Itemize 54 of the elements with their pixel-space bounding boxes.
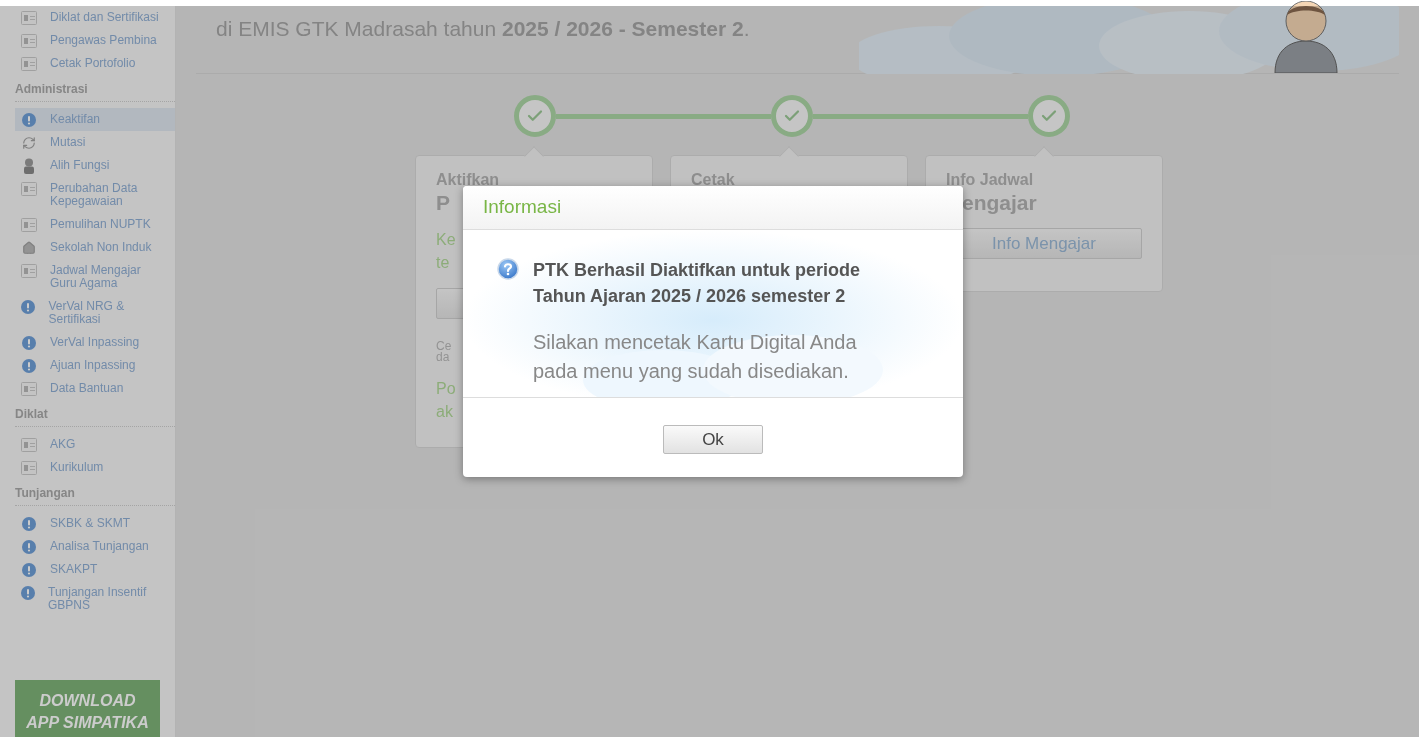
sidebar-item[interactable]: Alih Fungsi — [15, 154, 175, 177]
dialog-message: PTK Berhasil Diaktifkan untuk periode Tahun Ajaran 2025 / 2026 semester 2 — [533, 259, 862, 308]
id-card-icon — [21, 381, 37, 396]
id-card-icon — [21, 10, 37, 25]
dialog-title: Informasi — [483, 195, 562, 220]
sidebar-item[interactable]: VerVal Inpassing — [15, 331, 175, 354]
sidebar-item[interactable]: Cetak Portofolio — [15, 52, 175, 75]
exclamation-icon — [22, 112, 36, 127]
exclamation-icon — [22, 539, 36, 554]
id-card-icon — [21, 56, 37, 71]
exclamation-icon — [22, 358, 36, 373]
sidebar-item[interactable]: Pengawas Pembina — [15, 29, 175, 52]
sidebar-item[interactable]: VerVal NRG & Sertifikasi — [15, 295, 175, 331]
sidebar-item[interactable]: Sekolah Non Induk — [15, 236, 175, 259]
id-card-icon — [21, 217, 37, 232]
mascot-figure-drawing — [1271, 1, 1341, 73]
note-text: te — [436, 253, 450, 273]
id-card-icon — [21, 437, 37, 452]
sidebar-item[interactable]: SKAKPT — [15, 558, 175, 581]
sidebar-item[interactable]: SKBK & SKMT — [15, 512, 175, 535]
ok-button[interactable]: Ok — [663, 425, 763, 454]
exclamation-icon — [22, 516, 36, 531]
house-icon — [22, 240, 36, 255]
download-app-banner[interactable]: DOWNLOAD APP SIMPATIKA — [15, 680, 160, 737]
refresh-icon — [22, 135, 36, 150]
id-card-icon — [21, 263, 37, 278]
id-card-icon — [21, 33, 37, 48]
sidebar-item[interactable]: Pemulihan NUPTK — [15, 213, 175, 236]
sidebar-item[interactable]: Analisa Tunjangan — [15, 535, 175, 558]
section-heading: Diklat — [15, 407, 48, 421]
note-text: Po — [436, 379, 456, 399]
id-card-icon — [21, 460, 37, 475]
exclamation-icon — [22, 562, 36, 577]
note-text: Ke — [436, 230, 456, 250]
person-icon — [23, 157, 35, 174]
sidebar-item[interactable]: Tunjangan Insentif GBPNS — [15, 581, 175, 617]
sidebar-item[interactable]: Diklat dan Sertifikasi — [15, 6, 175, 29]
exclamation-icon — [21, 585, 35, 600]
dialog-note: Silakan mencetak Kartu Digital Anda pada menu yang sudah disediakan. — [533, 330, 858, 384]
sidebar-item[interactable]: Kurikulum — [15, 456, 175, 479]
sidebar-item[interactable]: AKG — [15, 433, 175, 456]
exclamation-icon — [22, 335, 36, 350]
sidebar-item[interactable]: Data Bantuan — [15, 377, 175, 400]
sidebar-item[interactable]: Mutasi — [15, 131, 175, 154]
note-text: ak — [436, 402, 453, 422]
section-heading: Tunjangan — [15, 486, 75, 500]
sidebar-item[interactable]: Perubahan Data Kepegawaian — [15, 177, 175, 213]
sidebar-item[interactable]: Keaktifan — [15, 108, 175, 131]
section-heading: Administrasi — [15, 82, 88, 96]
sidebar-item[interactable]: Ajuan Inpassing — [15, 354, 175, 377]
help-icon — [497, 258, 519, 280]
id-card-icon — [21, 181, 37, 196]
sidebar-item[interactable]: Jadwal Mengajar Guru Agama — [15, 259, 175, 295]
exclamation-icon — [21, 299, 36, 314]
